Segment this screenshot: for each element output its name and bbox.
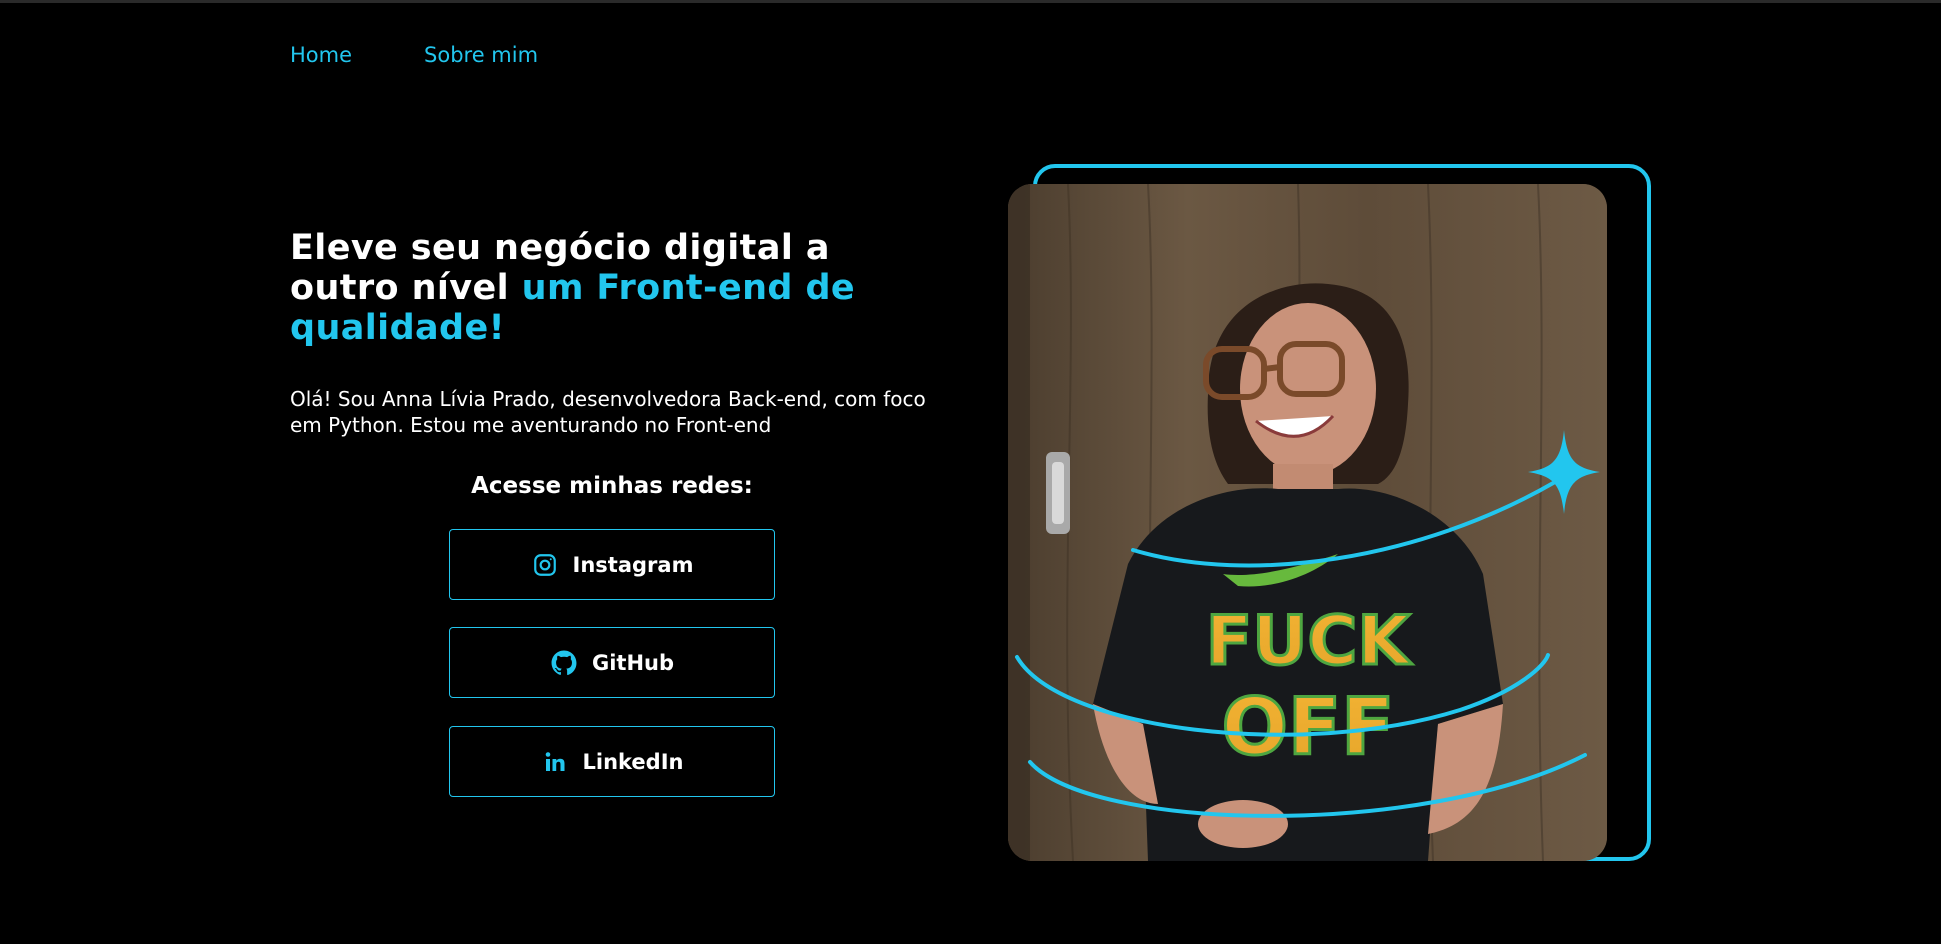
linkedin-icon [541,748,569,776]
profile-photo: FUCK OFF [1008,184,1607,861]
nav-link-about[interactable]: Sobre mim [424,43,538,67]
top-border-line [0,0,1941,3]
hero-headline: Eleve seu negócio digital a outro nível … [290,228,930,348]
social-title: Acesse minhas redes: [471,473,753,499]
instagram-icon [531,551,559,579]
instagram-button[interactable]: Instagram [449,529,775,600]
instagram-label: Instagram [572,552,694,577]
shirt-text-bottom: OFF [1222,683,1395,773]
github-label: GitHub [591,650,675,675]
hero-intro: Olá! Sou Anna Lívia Prado, desenvolvedor… [290,387,926,437]
linkedin-button[interactable]: LinkedIn [449,726,775,797]
shirt-text-top: FUCK [1206,602,1413,681]
nav-link-home[interactable]: Home [290,43,352,67]
github-button[interactable]: GitHub [449,627,775,698]
linkedin-label: LinkedIn [582,749,684,774]
main-nav: Home Sobre mim [290,43,538,67]
github-icon [550,649,578,677]
